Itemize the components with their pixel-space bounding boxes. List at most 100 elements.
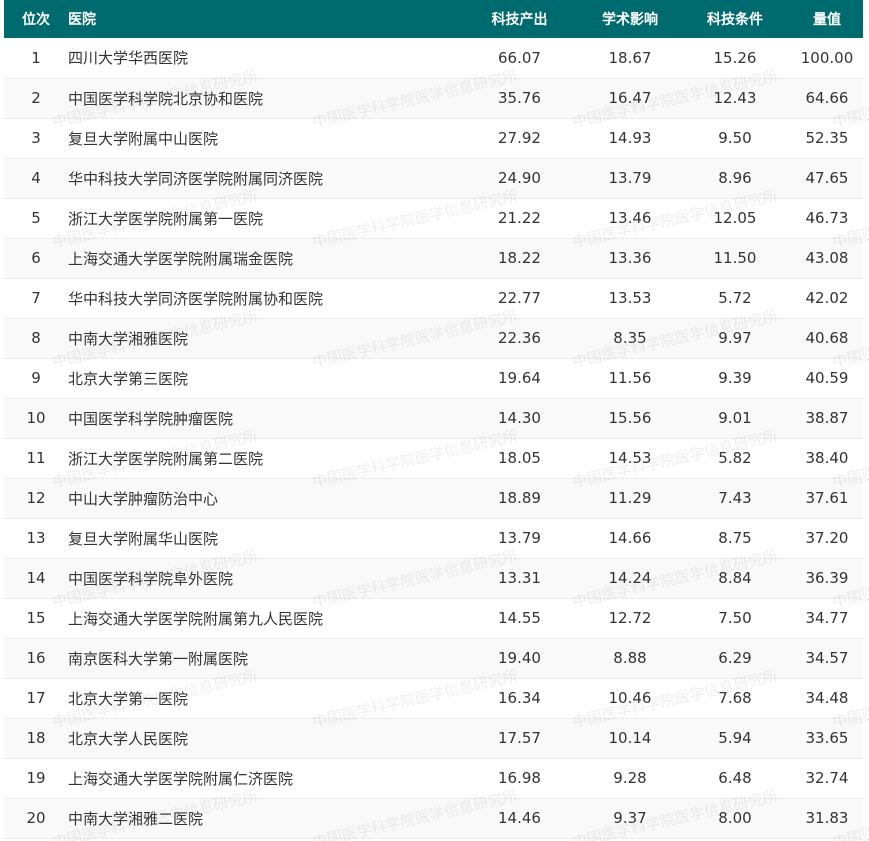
table-row[interactable]: 2 中国医学科学院北京协和医院 35.76 16.47 12.43 64.66 (4, 78, 863, 118)
cell-hospital: 上海交通大学医学院附属仁济医院 (68, 769, 294, 788)
cell-rank: 7 (31, 289, 41, 307)
cell-sci-conditions: 9.01 (718, 409, 752, 427)
cell-sci-output: 14.30 (498, 409, 541, 427)
cell-score: 37.61 (805, 489, 849, 507)
cell-score: 100.00 (800, 48, 854, 67)
hospital-ranking-table: 位次 医院 科技产出 学术影响 科技条件 量值 1 四川大学华西医院 66.07 18… (4, 0, 863, 839)
cell-academic-impact: 13.79 (608, 169, 652, 187)
cell-sci-output: 16.98 (498, 769, 541, 787)
cell-sci-conditions: 5.72 (718, 289, 752, 307)
cell-sci-conditions: 15.26 (713, 48, 757, 67)
header-score[interactable]: 量值 (791, 0, 863, 38)
cell-sci-conditions: 12.05 (713, 209, 757, 227)
cell-rank: 3 (31, 129, 41, 147)
cell-sci-conditions: 9.39 (718, 369, 752, 387)
cell-hospital: 中南大学湘雅二医院 (68, 809, 204, 828)
table-row[interactable]: 13 复旦大学附属华山医院 13.79 14.66 8.75 37.20 (4, 518, 863, 558)
cell-hospital: 南京医科大学第一附属医院 (68, 649, 249, 668)
cell-sci-output: 24.90 (498, 169, 541, 187)
cell-hospital: 浙江大学医学院附属第二医院 (68, 449, 264, 468)
cell-rank: 18 (26, 729, 46, 747)
table-row[interactable]: 15 上海交通大学医学院附属第九人民医院 14.55 12.72 7.50 34.77 (4, 598, 863, 638)
cell-hospital: 北京大学第三医院 (68, 369, 189, 388)
cell-sci-output: 19.40 (498, 649, 541, 667)
cell-hospital: 北京大学人民医院 (68, 729, 189, 748)
cell-sci-conditions: 8.96 (718, 169, 752, 187)
table-row[interactable]: 11 浙江大学医学院附属第二医院 18.05 14.53 5.82 38.40 (4, 438, 863, 478)
table-row[interactable]: 14 中国医学科学院阜外医院 13.31 14.24 8.84 36.39 (4, 558, 863, 598)
cell-sci-output: 19.64 (498, 369, 541, 387)
cell-sci-conditions: 9.97 (718, 329, 752, 347)
table-row[interactable]: 8 中南大学湘雅医院 22.36 8.35 9.97 40.68 (4, 318, 863, 358)
cell-score: 32.74 (805, 769, 849, 787)
cell-rank: 14 (26, 569, 46, 587)
cell-score: 34.48 (805, 689, 849, 707)
cell-sci-conditions: 7.43 (718, 489, 752, 507)
cell-hospital: 中南大学湘雅医院 (68, 329, 189, 348)
cell-academic-impact: 9.28 (613, 769, 647, 787)
cell-score: 64.66 (805, 89, 849, 107)
cell-sci-output: 22.36 (498, 329, 541, 347)
cell-academic-impact: 10.46 (608, 689, 652, 707)
cell-rank: 11 (26, 449, 46, 467)
cell-rank: 15 (26, 609, 46, 627)
table-row[interactable]: 18 北京大学人民医院 17.57 10.14 5.94 33.65 (4, 718, 863, 758)
cell-hospital: 中国医学科学院肿瘤医院 (68, 409, 234, 428)
table-row[interactable]: 3 复旦大学附属中山医院 27.92 14.93 9.50 52.35 (4, 118, 863, 158)
table-header: 位次 医院 科技产出 学术影响 科技条件 量值 (4, 0, 863, 38)
header-row: 位次 医院 科技产出 学术影响 科技条件 量值 (4, 0, 863, 38)
header-sci-conditions[interactable]: 科技条件 (679, 0, 791, 38)
cell-hospital: 上海交通大学医学院附属瑞金医院 (68, 249, 294, 268)
cell-sci-conditions: 8.75 (718, 529, 752, 547)
table-row[interactable]: 7 华中科技大学同济医学院附属协和医院 22.77 13.53 5.72 42.02 (4, 278, 863, 318)
cell-hospital: 华中科技大学同济医学院附属协和医院 (68, 289, 324, 308)
table-row[interactable]: 6 上海交通大学医学院附属瑞金医院 18.22 13.36 11.50 43.08 (4, 238, 863, 278)
cell-academic-impact: 8.35 (613, 329, 647, 347)
cell-sci-output: 13.79 (498, 529, 541, 547)
header-rank[interactable]: 位次 (4, 0, 68, 38)
table-row[interactable]: 5 浙江大学医学院附属第一医院 21.22 13.46 12.05 46.73 (4, 198, 863, 238)
table-row[interactable]: 20 中南大学湘雅二医院 14.46 9.37 8.00 31.83 (4, 798, 863, 838)
cell-sci-output: 22.77 (498, 289, 541, 307)
table-row[interactable]: 12 中山大学肿瘤防治中心 18.89 11.29 7.43 37.61 (4, 478, 863, 518)
cell-academic-impact: 10.14 (608, 729, 652, 747)
table-row[interactable]: 1 四川大学华西医院 66.07 18.67 15.26 100.00 (4, 38, 863, 78)
cell-sci-conditions: 6.29 (718, 649, 752, 667)
cell-score: 38.40 (805, 449, 849, 467)
cell-sci-conditions: 11.50 (713, 249, 757, 267)
cell-score: 42.02 (805, 289, 849, 307)
cell-sci-output: 18.22 (498, 249, 541, 267)
table-row[interactable]: 16 南京医科大学第一附属医院 19.40 8.88 6.29 34.57 (4, 638, 863, 678)
cell-score: 40.59 (805, 369, 849, 387)
header-academic-impact[interactable]: 学术影响 (581, 0, 679, 38)
cell-sci-output: 21.22 (498, 209, 541, 227)
cell-rank: 12 (26, 489, 46, 507)
cell-academic-impact: 14.24 (608, 569, 652, 587)
cell-sci-conditions: 5.82 (718, 449, 752, 467)
table-row[interactable]: 4 华中科技大学同济医学院附属同济医院 24.90 13.79 8.96 47.65 (4, 158, 863, 198)
cell-academic-impact: 11.29 (608, 489, 652, 507)
cell-academic-impact: 13.53 (608, 289, 652, 307)
cell-hospital: 中山大学肿瘤防治中心 (68, 489, 219, 508)
table-row[interactable]: 17 北京大学第一医院 16.34 10.46 7.68 34.48 (4, 678, 863, 718)
cell-sci-conditions: 9.50 (718, 129, 752, 147)
cell-score: 34.57 (805, 649, 849, 667)
cell-score: 52.35 (805, 129, 849, 147)
cell-sci-conditions: 6.48 (718, 769, 752, 787)
table-row[interactable]: 19 上海交通大学医学院附属仁济医院 16.98 9.28 6.48 32.74 (4, 758, 863, 798)
header-sci-output[interactable]: 科技产出 (458, 0, 581, 38)
cell-academic-impact: 9.37 (613, 809, 647, 827)
table-row[interactable]: 9 北京大学第三医院 19.64 11.56 9.39 40.59 (4, 358, 863, 398)
header-hospital[interactable]: 医院 (68, 0, 458, 38)
cell-hospital: 中国医学科学院阜外医院 (68, 569, 234, 588)
cell-score: 37.20 (805, 529, 849, 547)
ranking-page: 位次 医院 科技产出 学术影响 科技条件 量值 1 四川大学华西医院 66.07 18… (0, 0, 869, 841)
cell-sci-output: 66.07 (498, 48, 541, 67)
cell-academic-impact: 11.56 (608, 369, 652, 387)
table-body: 1 四川大学华西医院 66.07 18.67 15.26 100.00 2 中国医学科学院北京… (4, 38, 863, 838)
table-row[interactable]: 10 中国医学科学院肿瘤医院 14.30 15.56 9.01 38.87 (4, 398, 863, 438)
cell-score: 46.73 (805, 209, 849, 227)
cell-sci-conditions: 7.68 (718, 689, 752, 707)
cell-academic-impact: 16.47 (608, 89, 652, 107)
cell-score: 34.77 (805, 609, 849, 627)
